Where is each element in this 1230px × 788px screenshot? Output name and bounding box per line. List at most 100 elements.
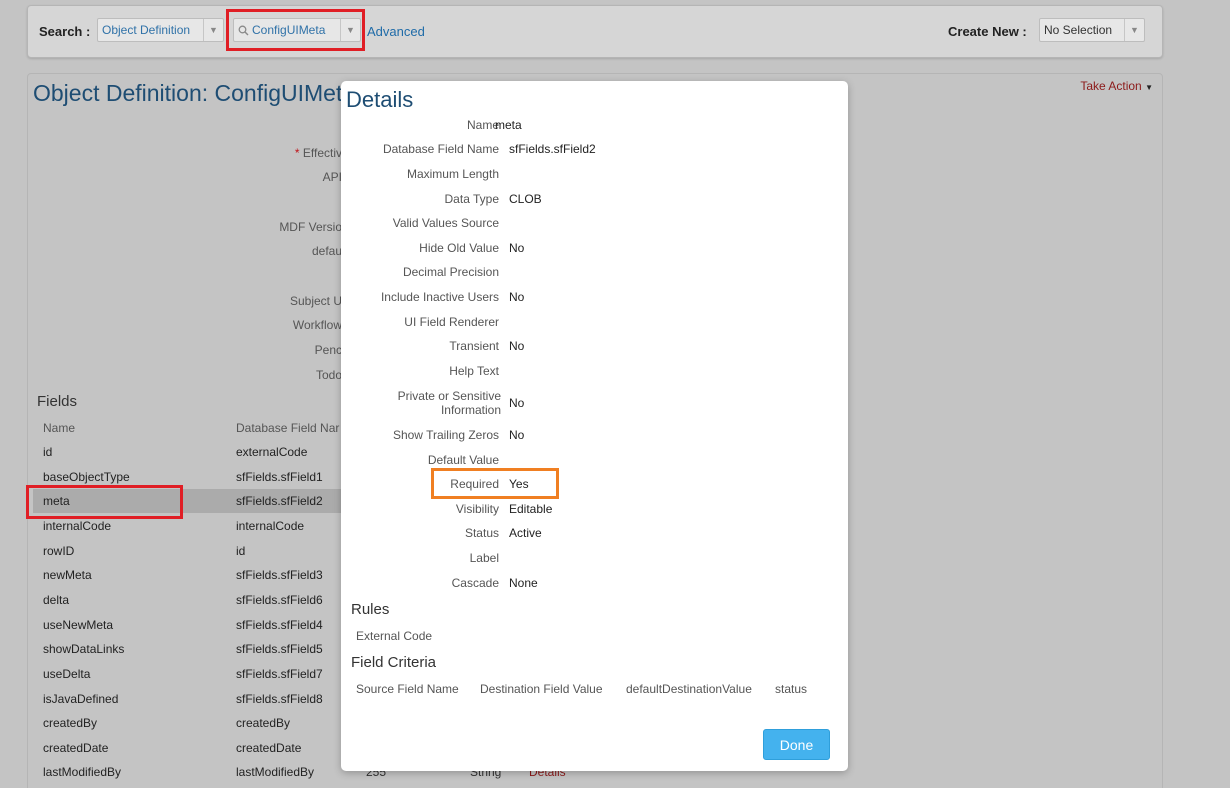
detail-label: Visibility xyxy=(455,502,499,516)
field-name: isJavaDefined xyxy=(43,692,119,706)
search-label: Search : xyxy=(39,24,91,39)
field-name: showDataLinks xyxy=(43,642,125,656)
detail-label: Valid Values Source xyxy=(392,216,499,230)
detail-value: meta xyxy=(495,118,522,132)
detail-value: None xyxy=(509,576,538,590)
field-db-name: createdBy xyxy=(236,716,291,730)
meta-label-workflow: Workflow xyxy=(292,318,342,332)
field-name: useNewMeta xyxy=(43,618,114,632)
required-marker: * xyxy=(294,146,300,160)
meta-label-subject: Subject U xyxy=(289,294,342,308)
take-action-label: Take Action xyxy=(1080,79,1142,93)
detail-label: Database Field Name xyxy=(382,142,499,156)
detail-label: Help Text xyxy=(449,364,499,378)
detail-label: Default Value xyxy=(427,453,499,467)
meta-label-effective: * Effectiv xyxy=(28,146,342,160)
field-name: useDelta xyxy=(43,667,91,681)
detail-label: Transient xyxy=(449,339,499,353)
field-db-name: sfFields.sfField6 xyxy=(236,593,323,607)
create-new-label: Create New : xyxy=(948,24,1027,39)
detail-value: No xyxy=(509,241,525,255)
details-dialog: Details Name meta Database Field Name sfFi… xyxy=(341,81,848,771)
criteria-column-destination: Destination Field Value xyxy=(480,682,603,696)
table-row[interactable]: useDelta sfFields.sfField7 xyxy=(33,662,363,686)
take-action-menu[interactable]: Take Action ▼ xyxy=(1080,79,1153,93)
detail-label: Name xyxy=(466,118,499,132)
field-name: delta xyxy=(43,593,70,607)
field-db-name: sfFields.sfField7 xyxy=(236,667,323,681)
table-row[interactable]: isJavaDefined sfFields.sfField8 xyxy=(33,687,363,711)
table-row[interactable]: showDataLinks sfFields.sfField5 xyxy=(33,637,363,661)
detail-value: Active xyxy=(509,526,542,540)
detail-label: UI Field Renderer xyxy=(404,315,499,329)
highlight-search-object xyxy=(226,9,365,51)
meta-label-mdf-version: MDF Versio xyxy=(279,220,342,234)
detail-value: No xyxy=(509,339,525,353)
field-name: id xyxy=(43,445,53,459)
rules-column-external-code: External Code xyxy=(356,629,433,643)
table-row[interactable]: lastModifiedBy lastModifiedBy xyxy=(33,760,363,784)
table-row[interactable]: id externalCode xyxy=(33,440,363,464)
detail-label: Data Type xyxy=(444,192,499,206)
caret-down-icon: ▼ xyxy=(1145,83,1153,92)
field-name: internalCode xyxy=(43,519,112,533)
create-new-value: No Selection xyxy=(1044,23,1113,37)
criteria-column-default-destination: defaultDestinationValue xyxy=(626,682,752,696)
meta-label-todo: Todo xyxy=(315,368,342,382)
table-row[interactable]: rowID id xyxy=(33,539,363,563)
search-bar: Search : Object Definition ▼ ConfigUIMet… xyxy=(27,5,1163,58)
field-name: createdDate xyxy=(43,741,109,755)
advanced-search-link[interactable]: Advanced xyxy=(367,24,425,39)
field-name: baseObjectType xyxy=(43,470,130,484)
highlight-required xyxy=(431,468,559,499)
table-row[interactable]: newMeta sfFields.sfField3 xyxy=(33,563,363,587)
create-new-select[interactable]: No Selection ▼ xyxy=(1039,18,1145,42)
highlight-meta-row xyxy=(26,485,183,519)
done-button[interactable]: Done xyxy=(763,729,830,760)
fields-section-title: Fields xyxy=(37,393,78,410)
detail-value: No xyxy=(509,396,525,410)
field-name: rowID xyxy=(43,544,75,558)
field-name: lastModifiedBy xyxy=(43,765,122,779)
detail-label: Private or Sensitive Information xyxy=(397,389,501,417)
field-db-name: createdDate xyxy=(236,741,302,755)
table-row[interactable]: createdBy createdBy xyxy=(33,711,363,735)
meta-label-api: API xyxy=(322,170,342,184)
field-db-name: externalCode xyxy=(236,445,308,459)
detail-label: Maximum Length xyxy=(406,167,499,181)
detail-label: Decimal Precision xyxy=(402,265,499,279)
fields-column-db-name: Database Field Nar xyxy=(236,421,340,435)
field-db-name: sfFields.sfField3 xyxy=(236,568,323,582)
meta-label-pending: Penc xyxy=(314,343,342,357)
table-row[interactable]: useNewMeta sfFields.sfField4 xyxy=(33,613,363,637)
detail-value: CLOB xyxy=(509,192,542,206)
field-db-name: sfFields.sfField2 xyxy=(236,494,323,508)
field-db-name: internalCode xyxy=(236,519,305,533)
dialog-title: Details xyxy=(346,87,414,112)
detail-value: No xyxy=(509,428,525,442)
field-name: createdBy xyxy=(43,716,98,730)
field-criteria-section-title: Field Criteria xyxy=(351,654,437,671)
detail-value: sfFields.sfField2 xyxy=(509,142,596,156)
detail-label: Cascade xyxy=(451,576,499,590)
table-row[interactable]: createdDate createdDate xyxy=(33,736,363,760)
table-row[interactable]: delta sfFields.sfField6 xyxy=(33,588,363,612)
meta-label-default: defau xyxy=(311,244,342,258)
meta-label-text: Effectiv xyxy=(302,146,342,160)
field-name: newMeta xyxy=(43,568,92,582)
field-db-name: sfFields.sfField5 xyxy=(236,642,323,656)
detail-label: Label xyxy=(469,551,499,565)
search-type-select[interactable]: Object Definition ▼ xyxy=(97,18,224,42)
field-db-name: sfFields.sfField1 xyxy=(236,470,323,484)
field-db-name: id xyxy=(236,544,246,558)
fields-column-name: Name xyxy=(43,421,76,435)
detail-label: Status xyxy=(464,526,499,540)
detail-label: Include Inactive Users xyxy=(380,290,499,304)
field-db-name: sfFields.sfField4 xyxy=(236,618,323,632)
chevron-down-icon: ▼ xyxy=(1124,19,1144,41)
field-db-name: lastModifiedBy xyxy=(236,765,315,779)
page-title: Object Definition: ConfigUIMet xyxy=(33,80,343,106)
search-type-value: Object Definition xyxy=(102,23,191,37)
field-db-name: sfFields.sfField8 xyxy=(236,692,323,706)
detail-value: No xyxy=(509,290,525,304)
